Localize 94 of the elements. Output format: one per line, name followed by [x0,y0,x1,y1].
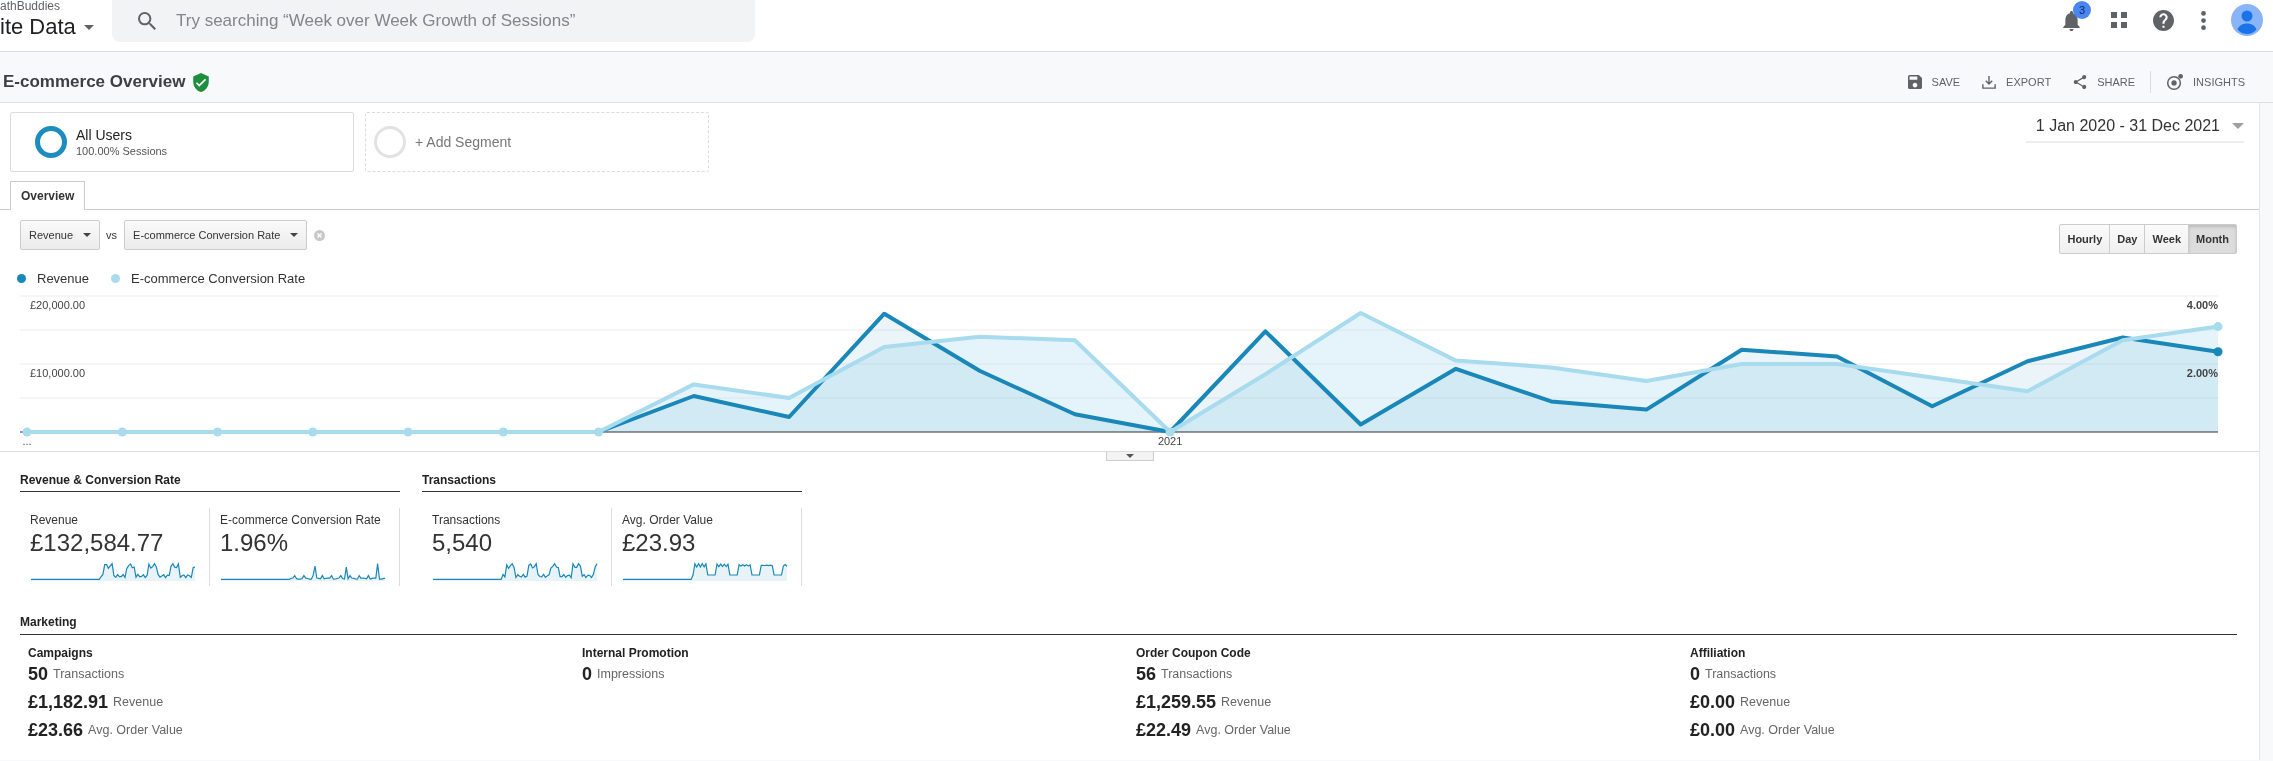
apps-grid-icon[interactable] [2111,12,2127,28]
download-icon [1982,75,1997,89]
group-title: Affiliation [1690,646,1747,660]
segment-card[interactable]: All Users 100.00% Sessions [10,112,354,172]
section-title: Revenue & Conversion Rate [20,473,181,487]
y-axis-label: £20,000.00 [30,299,86,311]
period-button[interactable]: Month [2188,224,2237,254]
data-point [403,427,413,437]
metric-label: Transactions [1161,667,1233,681]
caret-icon [290,233,299,237]
metric-label: Revenue [1221,695,1272,709]
share-icon [2073,75,2088,89]
export-button[interactable]: EXPORT [1982,75,2052,89]
caret-icon [1125,454,1134,458]
more-vert-icon[interactable] [2201,10,2206,30]
report-title: E-commerce Overview [3,72,186,92]
metric-value: 0 [582,663,592,685]
share-button[interactable]: SHARE [2073,75,2136,89]
save-button[interactable]: SAVE [1907,75,1961,89]
insights-button[interactable]: INSIGHTS [2166,73,2245,91]
metric-value: £23.66 [28,719,84,741]
data-point [2213,347,2223,357]
metric-value: £1,259.55 [1136,691,1217,713]
period-button[interactable]: Week [2144,224,2189,254]
group-title: Order Coupon Code [1136,646,1252,660]
metric-value: £0.00 [1690,691,1736,713]
y-axis-label: 4.00% [2186,299,2218,311]
legend-label: Revenue [37,270,90,286]
collapse-handle[interactable] [1105,452,1154,461]
section-title: Marketing [20,615,77,629]
metric-label: Avg. Order Value [1196,723,1291,737]
notification-badge: 3 [2073,1,2091,19]
segment-detail: 100.00% Sessions [76,145,168,157]
avatar-icon[interactable] [2231,4,2263,36]
caret-icon [83,233,92,237]
period-button[interactable]: Hourly [2059,224,2111,254]
data-point [498,427,508,437]
metric-label: Avg. Order Value [622,512,714,528]
legend-label: E-commerce Conversion Rate [131,270,306,286]
data-point [117,427,127,437]
compare-metric-dropdown[interactable]: E-commerce Conversion Rate [124,220,308,250]
metric-label: Transactions [432,512,502,528]
metric-value: 50 [28,663,49,685]
add-segment-card[interactable]: + Add Segment [365,112,709,172]
data-point [308,427,318,437]
x-axis-label: ... [22,435,32,447]
empty-ring-icon [374,126,406,158]
metric-value: 56 [1136,663,1157,685]
group-title: Campaigns [28,646,94,660]
group-title: Internal Promotion [582,646,690,660]
metric-value: £1,182.91 [28,691,109,713]
section-title: Transactions [422,473,497,487]
metric-value: 1.96% [220,528,290,558]
metric-label: Impressions [597,667,665,681]
y-axis-label: 2.00% [2186,367,2218,379]
vs-label: vs [106,229,118,241]
data-point [594,427,604,437]
view-selector[interactable]: ite Data [0,14,94,40]
metric-value: £23.93 [622,528,697,558]
property-name: athBuddies [0,0,61,13]
metric-dropdown[interactable]: Revenue [20,220,101,250]
metric-label: Revenue [1740,695,1791,709]
search-bar[interactable]: Try searching “Week over Week Growth of Sessions” [112,0,755,42]
date-range-picker[interactable]: 1 Jan 2020 - 31 Dec 2021 [2025,117,2244,143]
x-axis-label: 2021 [1157,435,1183,447]
metric-label: Avg. Order Value [88,723,183,737]
metric-value: 0 [1690,663,1700,685]
metric-label: E-commerce Conversion Rate [220,512,382,528]
report-tab[interactable]: Overview [10,181,86,210]
bell-icon[interactable] [2063,11,2080,31]
caret-icon [83,24,94,30]
metric-label: Transactions [53,667,125,681]
data-point [22,427,32,437]
metric-label: Revenue [30,512,80,528]
help-icon[interactable] [2153,9,2174,31]
data-point [2213,322,2223,332]
search-icon [138,12,156,30]
metric-value: £0.00 [1690,719,1736,741]
caret-icon [2232,123,2244,129]
ring-icon [35,126,67,158]
data-point [1165,427,1175,437]
metric-value: £132,584.77 [30,528,165,558]
metric-label: Transactions [1705,667,1777,681]
metric-value: £22.49 [1136,719,1192,741]
search-field[interactable]: Try searching “Week over Week Growth of Sessions” [176,11,743,31]
metric-label: Revenue [113,695,164,709]
metric-value: 5,540 [432,528,494,558]
period-button[interactable]: Day [2109,224,2146,254]
orbit-icon [2166,73,2184,91]
data-point [213,427,222,437]
segment-name: + Add Segment [415,134,512,150]
y-axis-label: £10,000.00 [30,367,86,379]
metric-label: Avg. Order Value [1740,723,1835,737]
segment-name: All Users [76,127,133,143]
